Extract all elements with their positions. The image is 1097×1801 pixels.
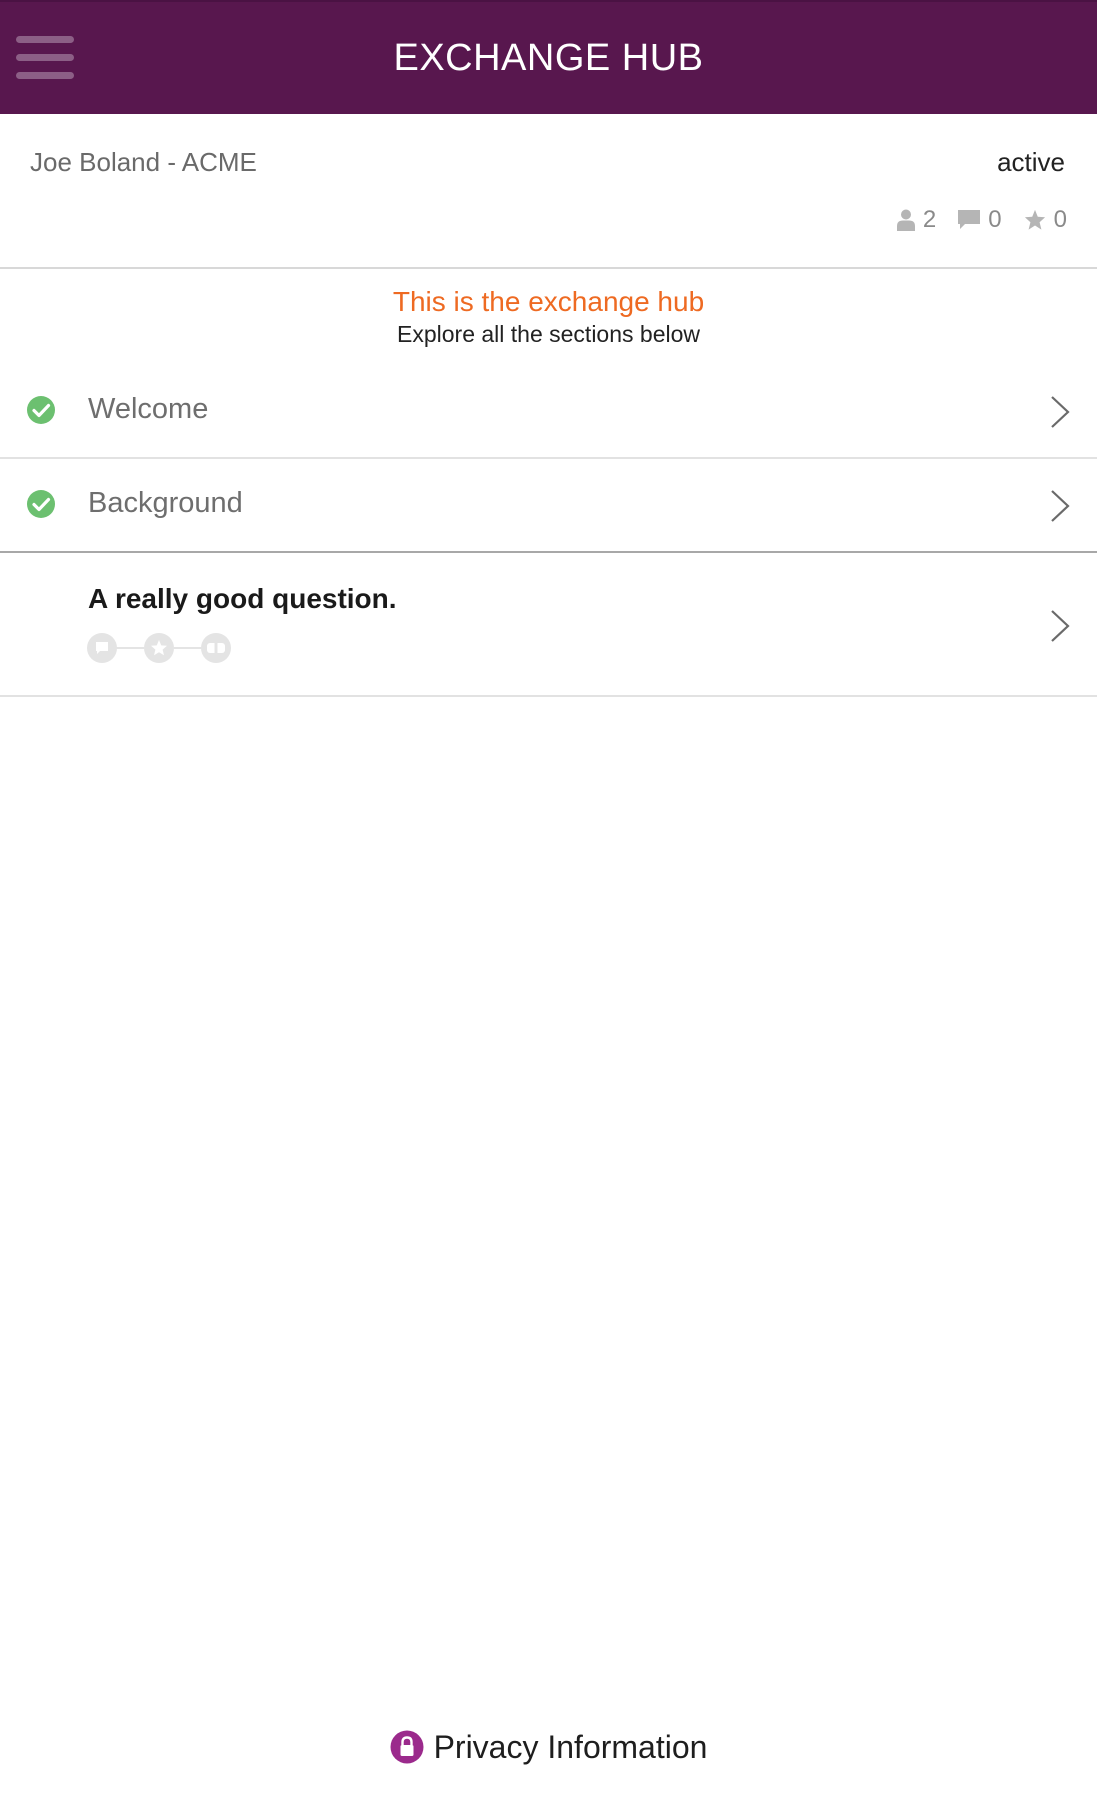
header-bar: EXCHANGE HUB: [0, 0, 1097, 114]
chevron-right-icon: [1051, 396, 1070, 428]
intro-subtitle: Explore all the sections below: [397, 321, 700, 347]
star-step-icon: [144, 633, 174, 663]
participants-stat: 2: [896, 206, 937, 234]
progress-steps: [87, 633, 231, 663]
section-item-welcome[interactable]: Welcome: [0, 365, 1097, 459]
comments-count: 0: [988, 206, 1002, 233]
section-label: Background: [88, 487, 243, 519]
stats-bar: 2 0 0: [875, 206, 1067, 234]
section-label: Welcome: [88, 393, 209, 425]
page-title: EXCHANGE HUB: [393, 37, 704, 79]
privacy-information-link[interactable]: Privacy Information: [0, 1722, 1097, 1772]
participants-count: 2: [922, 206, 937, 233]
star-icon: [1024, 209, 1045, 230]
section-item-background[interactable]: Background: [0, 459, 1097, 553]
comments-stat: 0: [958, 206, 1002, 234]
user-panel: Joe Boland - ACME active 2 0 0: [0, 114, 1097, 269]
chevron-right-icon: [1051, 610, 1070, 642]
privacy-information-label: Privacy Information: [433, 1728, 708, 1765]
stars-count: 0: [1053, 206, 1067, 233]
intro-title: This is the exchange hub: [392, 286, 705, 317]
check-circle-icon: [27, 396, 55, 424]
section-label: A really good question.: [88, 583, 397, 614]
user-name: Joe Boland - ACME: [30, 147, 257, 177]
check-circle-icon: [27, 490, 55, 518]
page: EXCHANGE HUB Joe Boland - ACME active 2 …: [0, 0, 1097, 1801]
lock-icon: [390, 1730, 424, 1764]
comment-icon: [958, 210, 981, 229]
hamburger-menu-icon[interactable]: [16, 36, 74, 80]
section-item-question[interactable]: A really good question.: [0, 553, 1097, 697]
ticket-step-icon: [201, 633, 231, 663]
stars-stat: 0: [1024, 206, 1067, 234]
person-icon: [896, 209, 915, 231]
chevron-right-icon: [1051, 490, 1070, 522]
comment-step-icon: [87, 633, 117, 663]
status-label: active: [997, 147, 1065, 177]
